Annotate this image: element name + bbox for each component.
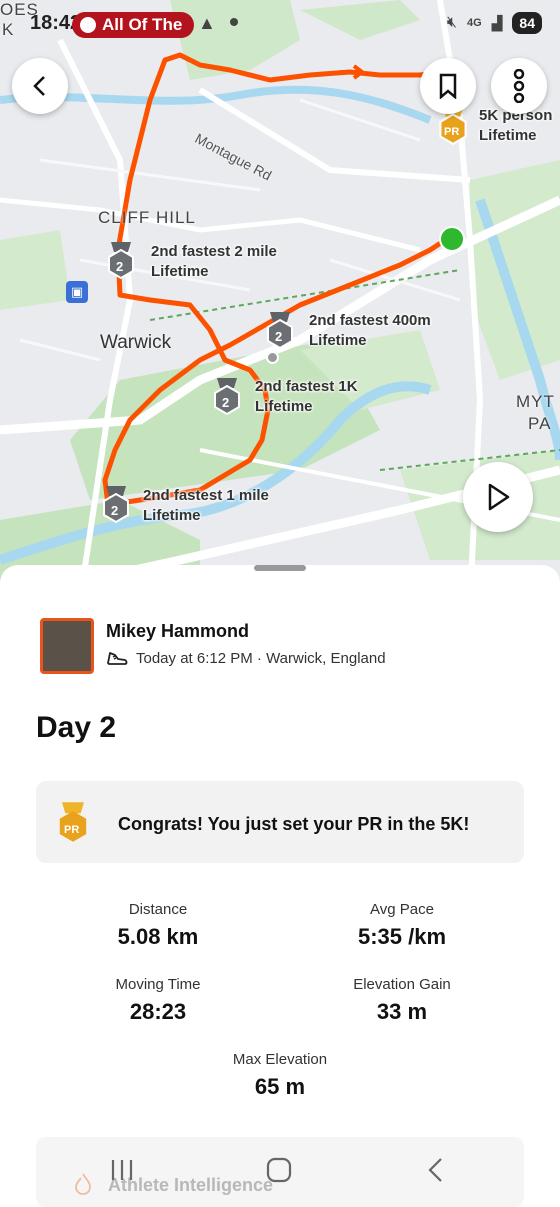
- medal-rank: 2: [111, 503, 119, 518]
- stat-avg-pace: Avg Pace 5:35 /km: [292, 901, 512, 950]
- achievement-scope: Lifetime: [151, 263, 209, 280]
- status-bar: 18:42 All Of The ▲ 🔇︎ 4G ▟ 84: [0, 0, 560, 44]
- activity-title: Day 2: [36, 711, 117, 744]
- place-label-warwick: Warwick: [100, 332, 172, 353]
- battery-level: 84: [512, 12, 542, 34]
- stat-label: Moving Time: [115, 976, 201, 993]
- play-icon: [488, 483, 510, 511]
- place-label-myt: MYT: [516, 392, 555, 411]
- now-playing-title: All Of The: [102, 15, 183, 34]
- signal-icon: ▟: [491, 14, 503, 31]
- running-shoe-icon: [107, 652, 128, 665]
- drag-handle[interactable]: [254, 565, 306, 571]
- medal-rank: 2: [116, 259, 124, 274]
- start-marker: [439, 226, 465, 252]
- avatar[interactable]: [40, 618, 94, 674]
- stat-value: 5:35 /km: [357, 924, 447, 949]
- pr-banner[interactable]: PR Congrats! You just set your PR in the…: [36, 781, 524, 863]
- recents-button[interactable]: [92, 1152, 152, 1188]
- place-label-cliff-hill: CLIFF HILL: [98, 208, 196, 227]
- medal-rank: 2: [275, 329, 283, 344]
- place-label-pa: PA: [528, 414, 552, 433]
- activity-sheet: Mikey Hammond Today at 6:12 PM · Warwick…: [0, 565, 560, 1207]
- stat-label: Max Elevation: [232, 1051, 328, 1068]
- stat-value: 33 m: [376, 999, 428, 1024]
- pr-medal-icon: [59, 802, 87, 842]
- stat-value: 28:23: [129, 999, 187, 1024]
- more-vertical-icon: [513, 69, 525, 103]
- stat-max-elevation: Max Elevation 65 m: [170, 1051, 390, 1100]
- recents-icon: [111, 1160, 133, 1180]
- achievement-scope: Lifetime: [479, 127, 537, 144]
- stat-elevation-gain: Elevation Gain 33 m: [292, 976, 512, 1025]
- achievement-scope: Lifetime: [255, 398, 313, 415]
- stat-label: Avg Pace: [370, 901, 434, 918]
- stat-label: Elevation Gain: [353, 976, 451, 993]
- home-button[interactable]: [249, 1152, 309, 1188]
- stat-moving-time: Moving Time 28:23: [48, 976, 268, 1025]
- activity-meta: Today at 6:12 PM · Warwick, England: [106, 649, 386, 667]
- system-back-button[interactable]: [406, 1152, 466, 1188]
- more-options-button[interactable]: [491, 58, 547, 114]
- system-nav-bar: [0, 1140, 560, 1200]
- spotify-icon: [80, 17, 96, 33]
- stat-value: 65 m: [254, 1074, 306, 1099]
- medal-rank: 2: [222, 395, 230, 410]
- pr-badge-label: PR: [64, 824, 80, 836]
- athlete-name[interactable]: Mikey Hammond: [106, 621, 249, 642]
- pr-message: Congrats! You just set your PR in the 5K…: [118, 814, 470, 834]
- pr-badge-label: PR: [444, 126, 460, 138]
- achievement-scope: Lifetime: [309, 332, 367, 349]
- bookmark-button[interactable]: [420, 58, 476, 114]
- activity-date-location: Today at 6:12 PM · Warwick, England: [136, 649, 386, 667]
- now-playing-pill[interactable]: All Of The: [72, 12, 195, 38]
- train-station-icon: ▣: [66, 281, 88, 303]
- navigation-arrow-icon: ▲: [198, 13, 216, 33]
- achievement-scope: Lifetime: [143, 507, 201, 524]
- network-type: 4G: [466, 17, 482, 29]
- back-chevron-icon: [428, 1158, 442, 1182]
- home-icon: [266, 1157, 292, 1183]
- achievement-title: 2nd fastest 400m: [309, 312, 431, 329]
- bookmark-icon: [439, 73, 457, 99]
- play-flyover-button[interactable]: [463, 462, 533, 532]
- stat-distance: Distance 5.08 km: [48, 901, 268, 950]
- chevron-left-icon: [33, 76, 45, 96]
- mute-icon: 🔇︎: [446, 14, 457, 31]
- end-marker: [266, 351, 279, 364]
- stat-label: Distance: [128, 901, 188, 918]
- notification-dot-icon: [230, 18, 238, 26]
- back-button[interactable]: [12, 58, 68, 114]
- route-map[interactable]: CLIFF HILL Warwick MYT PA OES K Montague…: [0, 0, 560, 600]
- stat-value: 5.08 km: [117, 924, 199, 949]
- achievement-title: 2nd fastest 2 mile: [151, 243, 277, 260]
- achievement-title: 2nd fastest 1K: [255, 378, 358, 395]
- achievement-title: 2nd fastest 1 mile: [143, 487, 269, 504]
